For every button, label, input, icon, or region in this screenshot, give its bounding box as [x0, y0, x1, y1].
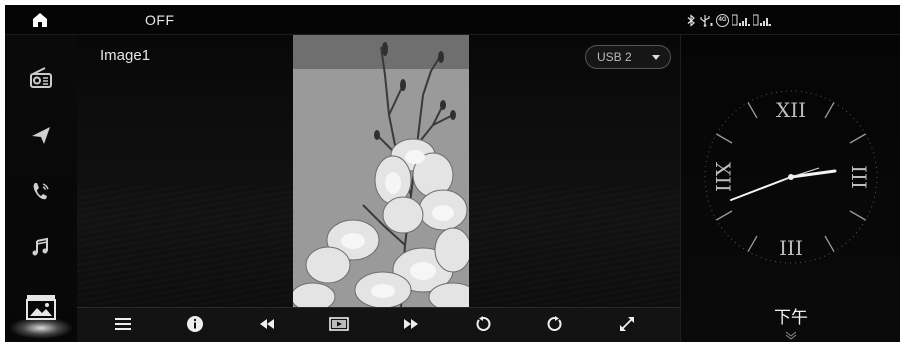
clock-numeral-12: XII [776, 98, 806, 122]
clock-center [788, 174, 794, 180]
info-button[interactable] [179, 311, 211, 341]
sidebar-item-navigation[interactable] [23, 119, 59, 155]
fullscreen-button[interactable] [611, 311, 643, 341]
music-icon [30, 236, 52, 263]
rotate-right-button[interactable] [539, 311, 571, 341]
sidebar-item-music[interactable] [23, 231, 59, 267]
rotate-right-icon [547, 315, 563, 337]
clock-panel: XII III III XII 下午 [680, 35, 900, 342]
sidebar [5, 35, 77, 342]
info-icon [186, 315, 204, 338]
navigation-icon [30, 124, 52, 151]
usb-source-dropdown[interactable]: USB 2 [585, 45, 671, 69]
menu-icon [114, 316, 132, 337]
hour-hand [789, 169, 837, 179]
image-title: Image1 [100, 47, 151, 64]
sidebar-item-phone[interactable] [23, 175, 59, 211]
radio-icon [28, 64, 54, 95]
sidebar-item-image[interactable] [9, 291, 73, 339]
clock-numeral-3: III [847, 165, 871, 189]
caret-down-icon [652, 55, 660, 60]
sidebar-item-radio[interactable] [23, 61, 59, 97]
fast-forward-icon [403, 317, 419, 335]
status-bar: OFF 4G [5, 5, 900, 35]
previous-button[interactable] [251, 311, 283, 341]
chevron-down-icon[interactable] [785, 327, 797, 340]
phone-icon [30, 180, 52, 207]
image-icon [26, 294, 56, 325]
clock-numeral-9: XII [711, 162, 735, 192]
rotate-left-icon [475, 315, 491, 337]
rotate-left-button[interactable] [467, 311, 499, 341]
radio-status: OFF [145, 12, 175, 28]
fullscreen-icon [618, 315, 636, 338]
usb-icon [699, 13, 713, 27]
magnolia-flower-image [293, 42, 469, 307]
control-bar [77, 307, 680, 342]
status-icons: 4G [687, 13, 771, 27]
4g-icon: 4G [716, 13, 729, 27]
analog-clock: XII III III XII [704, 90, 878, 264]
home-icon[interactable] [31, 11, 49, 29]
slideshow-button[interactable] [323, 311, 355, 341]
car-infotainment-screen: OFF 4G Image1 USB 2 XII III III XII 下午 [5, 5, 900, 342]
slideshow-icon [329, 316, 349, 337]
usb-source-label: USB 2 [597, 50, 632, 64]
image-viewer: Image1 USB 2 [77, 35, 680, 342]
photo-magnolia[interactable] [293, 35, 469, 307]
am-pm-label: 下午 [774, 308, 808, 328]
clock-numeral-6: III [779, 236, 803, 260]
signal-sim1-icon [732, 13, 750, 27]
rewind-icon [259, 317, 275, 335]
menu-button[interactable] [107, 311, 139, 341]
bluetooth-icon [687, 13, 696, 27]
next-button[interactable] [395, 311, 427, 341]
signal-sim2-icon [753, 13, 771, 27]
